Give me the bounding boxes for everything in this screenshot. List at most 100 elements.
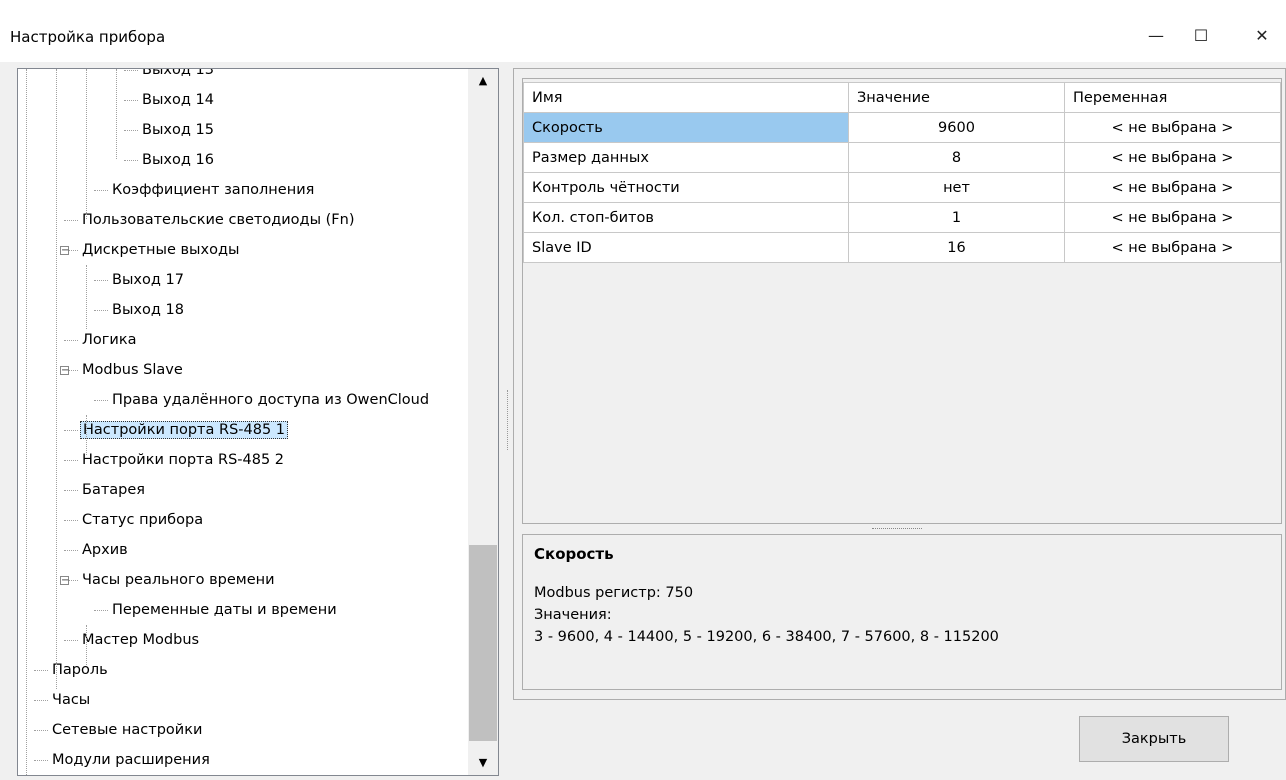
maximize-icon: ☐ bbox=[1193, 25, 1209, 45]
property-variable[interactable]: < не выбрана > bbox=[1064, 172, 1281, 203]
title-bar: Настройка прибора — ☐ ✕ bbox=[0, 0, 1286, 62]
header-name[interactable]: Имя bbox=[523, 82, 849, 113]
tree-item[interactable]: Переменные даты и времени bbox=[110, 595, 339, 625]
tree-connector bbox=[64, 550, 78, 551]
header-value[interactable]: Значение bbox=[848, 82, 1065, 113]
tree-item-label: Пароль bbox=[52, 662, 108, 678]
tree-item-label: Выход 18 bbox=[112, 302, 184, 318]
property-name[interactable]: Кол. стоп-битов bbox=[523, 202, 849, 233]
tree-item[interactable]: Мастер Modbus bbox=[80, 625, 201, 655]
tree-item-label: Коэффициент заполнения bbox=[112, 182, 315, 198]
tree-connector bbox=[64, 490, 78, 491]
tree-guide-line bbox=[26, 69, 27, 775]
tree-item[interactable]: Выход 15 bbox=[140, 115, 216, 145]
property-name[interactable]: Slave ID bbox=[523, 232, 849, 263]
tree-item[interactable]: Пользовательские светодиоды (Fn) bbox=[80, 205, 356, 235]
description-register: Modbus регистр: 750 bbox=[534, 585, 694, 601]
description-title: Скорость bbox=[534, 545, 614, 563]
minimize-button[interactable]: — bbox=[1133, 20, 1179, 50]
tree-item-label: Modbus Slave bbox=[82, 362, 183, 378]
tree-connector bbox=[94, 310, 108, 311]
tree-item-label: Модули расширения bbox=[52, 752, 210, 768]
tree-guide-line bbox=[86, 625, 87, 665]
tree-item[interactable]: Выход 16 bbox=[140, 145, 216, 175]
property-value[interactable]: 1 bbox=[848, 202, 1065, 233]
tree-connector bbox=[124, 100, 138, 101]
tree-item[interactable]: Батарея bbox=[80, 475, 147, 505]
table-row[interactable]: Slave ID 16 < не выбрана > bbox=[523, 232, 1281, 263]
tree-item[interactable]: Логика bbox=[80, 325, 138, 355]
tree-item[interactable]: Modbus Slave bbox=[80, 355, 185, 385]
property-variable[interactable]: < не выбрана > bbox=[1064, 232, 1281, 263]
collapse-icon[interactable]: − bbox=[60, 366, 69, 376]
description-panel: Скорость Modbus регистр: 750 Значения: 3… bbox=[522, 534, 1282, 690]
property-name[interactable]: Контроль чётности bbox=[523, 172, 849, 203]
table-row[interactable]: Контроль чётности нет < не выбрана > bbox=[523, 172, 1281, 203]
tree-item[interactable]: Права удалённого доступа из OwenCloud bbox=[110, 385, 431, 415]
property-value[interactable]: нет bbox=[848, 172, 1065, 203]
tree-item[interactable]: Выход 14 bbox=[140, 85, 216, 115]
maximize-button[interactable]: ☐ bbox=[1178, 20, 1224, 50]
property-value[interactable]: 16 bbox=[848, 232, 1065, 263]
tree-item[interactable]: Статус прибора bbox=[80, 505, 205, 535]
table-row[interactable]: Кол. стоп-битов 1 < не выбрана > bbox=[523, 202, 1281, 233]
description-values-label: Значения: bbox=[534, 607, 612, 623]
tree-item-label: Мастер Modbus bbox=[82, 632, 200, 648]
tree-guide-line bbox=[86, 415, 87, 455]
tree-item[interactable]: Часы bbox=[50, 685, 92, 715]
tree-item[interactable]: Настройки порта RS-485 1 bbox=[80, 415, 289, 445]
property-variable[interactable]: < не выбрана > bbox=[1064, 112, 1281, 143]
tree-guide-line bbox=[56, 69, 57, 689]
scroll-down-icon[interactable]: ▼ bbox=[468, 753, 498, 773]
property-value[interactable]: 9600 bbox=[848, 112, 1065, 143]
tree-connector bbox=[64, 340, 78, 341]
close-icon: ✕ bbox=[1255, 25, 1269, 45]
property-grid: Имя Значение Переменная Скорость 9600 < не… bbox=[522, 78, 1282, 524]
tree-item-label: Выход 13 bbox=[142, 68, 214, 78]
collapse-icon[interactable]: − bbox=[60, 576, 69, 586]
tree-connector bbox=[124, 70, 138, 71]
tree-item-label: Выход 14 bbox=[142, 92, 214, 108]
tree-item[interactable]: Часы реального времени bbox=[80, 565, 277, 595]
tree-item-label: Часы bbox=[52, 692, 91, 708]
tree-connector bbox=[64, 220, 78, 221]
vertical-splitter[interactable] bbox=[507, 390, 510, 450]
scroll-up-icon[interactable]: ▲ bbox=[468, 71, 498, 91]
tree-item[interactable]: Настройки порта RS-485 2 bbox=[80, 445, 286, 475]
tree-item[interactable]: Пароль bbox=[50, 655, 110, 685]
tree-item[interactable]: Архив bbox=[80, 535, 130, 565]
table-row[interactable]: Скорость 9600 < не выбрана > bbox=[523, 112, 1281, 143]
table-row[interactable]: Размер данных 8 < не выбрана > bbox=[523, 142, 1281, 173]
tree-item[interactable]: Коэффициент заполнения bbox=[110, 175, 316, 205]
tree-connector bbox=[34, 730, 48, 731]
tree-item-label: Батарея bbox=[82, 482, 146, 498]
tree-scrollbar[interactable]: ▲ ▼ bbox=[468, 69, 498, 775]
tree-connector bbox=[124, 130, 138, 131]
tree-connector bbox=[94, 610, 108, 611]
tree-connector bbox=[64, 460, 78, 461]
property-name[interactable]: Скорость bbox=[523, 112, 849, 143]
property-variable[interactable]: < не выбрана > bbox=[1064, 142, 1281, 173]
tree-item[interactable]: Сетевые настройки bbox=[50, 715, 204, 745]
property-value[interactable]: 8 bbox=[848, 142, 1065, 173]
horizontal-splitter[interactable] bbox=[872, 528, 922, 529]
description-values: 3 - 9600, 4 - 14400, 5 - 19200, 6 - 3840… bbox=[534, 629, 999, 645]
tree-item[interactable]: Дискретные выходы bbox=[80, 235, 241, 265]
tree-item[interactable]: Выход 18 bbox=[110, 295, 186, 325]
property-name[interactable]: Размер данных bbox=[523, 142, 849, 173]
tree-connector bbox=[94, 190, 108, 191]
header-variable[interactable]: Переменная bbox=[1064, 82, 1281, 113]
close-button[interactable]: Закрыть bbox=[1079, 716, 1229, 762]
tree-item-label: Часы реального времени bbox=[82, 572, 275, 588]
settings-tree[interactable]: Выход 13 Выход 14 Выход 15 Выход 16 Коэффици… bbox=[17, 68, 499, 776]
close-window-button[interactable]: ✕ bbox=[1239, 20, 1285, 50]
minimize-icon: — bbox=[1148, 25, 1164, 45]
tree-item[interactable]: Выход 17 bbox=[110, 265, 186, 295]
tree-item[interactable]: Выход 13 bbox=[140, 68, 216, 85]
collapse-icon[interactable]: − bbox=[60, 246, 69, 256]
property-variable[interactable]: < не выбрана > bbox=[1064, 202, 1281, 233]
tree-connector bbox=[34, 670, 48, 671]
scrollbar-thumb[interactable] bbox=[469, 545, 497, 741]
property-table: Имя Значение Переменная Скорость 9600 < не… bbox=[523, 82, 1281, 263]
tree-item[interactable]: Модули расширения bbox=[50, 745, 212, 775]
